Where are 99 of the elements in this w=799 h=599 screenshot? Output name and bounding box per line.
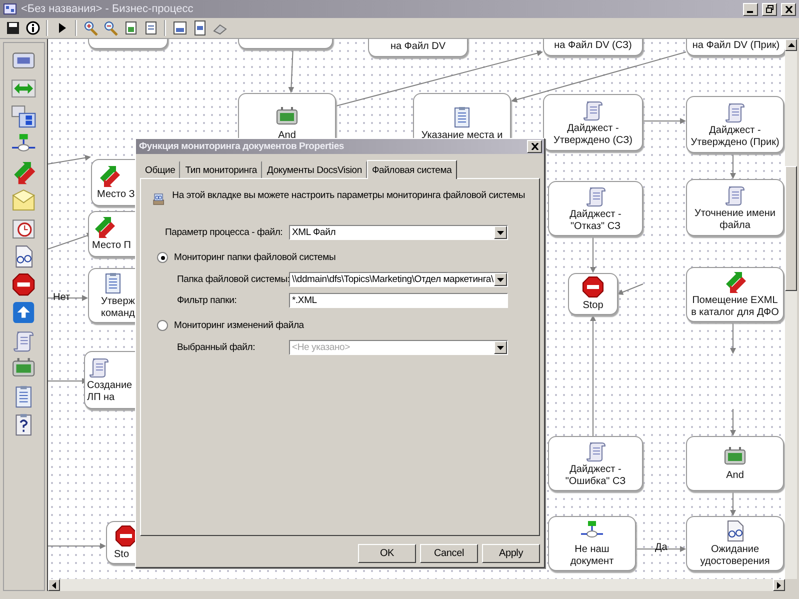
window-title: <Без названия> - Бизнес-процесс [21,3,194,15]
close-icon [784,6,792,12]
process-node[interactable]: на Файл DV (Прик) [686,39,785,56]
node-label: Место П [92,240,131,252]
process-node[interactable]: Дайджест - "Ошибка" СЗ [548,436,643,491]
app-icon [3,3,17,15]
node-label: Sto [114,548,130,560]
process-node[interactable]: Дайджест - "Отказ" СЗ [548,181,643,236]
node-label: Создание ЛП на [87,380,132,404]
node-label: And [278,130,296,142]
stop-sign-icon [581,276,605,298]
scroll-icon [723,100,747,122]
page-image-icon[interactable] [172,20,188,36]
connector-arrow [730,322,736,354]
process-blocks-icon[interactable] [11,105,37,129]
node-label: Stop [582,300,604,312]
dropdown-field[interactable]: XML Файл [289,225,508,240]
process-node[interactable]: Помещение EXML в каталог для ДФО [686,267,784,322]
process-node[interactable]: Дайджест - Утверждено (Прик) [686,96,784,153]
process-node[interactable]: Stop [568,273,618,315]
scrollbar-thumb[interactable] [785,166,797,291]
field-label: Папка файловой системы: [177,274,289,285]
connector-arrow [288,46,294,93]
connector-arrow [48,154,91,164]
edge-label: Нет [53,292,70,303]
field-label: Выбранный файл: [177,342,256,353]
connector-arrow [730,152,736,179]
field-label: Фильтр папки: [177,295,238,306]
restore-icon [766,5,774,13]
radio-label: Мониторинг изменений файла [174,320,304,331]
dialog-button[interactable]: Cancel [420,544,478,563]
scroll-icon [87,356,111,378]
fit-page-icon[interactable] [122,20,138,36]
right-arrow-icon [777,582,781,588]
close-icon [530,143,538,150]
and-gate-icon [723,446,747,468]
save-icon[interactable] [4,20,20,36]
node-label: Ожидание удостоверения [699,544,771,568]
node-label: Место З [97,188,135,200]
connector-arrow [590,236,596,273]
node-label: на Файл DV (СЗ) [554,40,632,52]
dropdown-arrow-icon [497,278,504,282]
connector-arrow [48,295,88,301]
edge-label: Да [655,542,668,553]
up-arrow-icon [788,43,794,47]
info-icon[interactable] [24,20,40,36]
dropdown-field[interactable]: \\ddmain\dfs\Topics\Marketing\Отдел маркетинга\ [289,272,508,287]
node-label: Утверж команд [101,296,135,320]
close-button[interactable] [527,140,542,153]
zoom-out-icon[interactable] [102,20,118,36]
connector-arrow [617,284,644,295]
node-label: Не наш документ [569,544,615,568]
node-label: на Файл DV [390,41,446,53]
process-node[interactable]: на Файл DV [368,39,468,57]
node-label: Помещение EXML в каталог для ДФО [690,294,780,318]
dropdown-arrow-icon [497,346,504,350]
scroll-icon [584,184,608,206]
stop-sign-icon[interactable] [11,273,37,297]
scroll-icon [723,184,747,206]
horizontal-scrollbar[interactable] [48,579,785,591]
process-node[interactable]: And [686,436,784,491]
radio-button[interactable] [157,320,168,331]
scroll-icon [581,98,605,120]
node-label: And [726,470,744,482]
tab[interactable]: Файловая система [366,160,457,179]
connector-arrow [48,543,106,549]
dialog-button[interactable]: Apply [482,544,540,563]
node-label: Дайджест - Утверждено (Прик) [690,124,780,148]
radio-button[interactable] [157,252,168,263]
process-node[interactable]: Ожидание удостоверения [686,516,784,571]
vertical-scrollbar[interactable] [785,39,797,579]
minimize-button[interactable] [743,2,758,16]
info-text: На этой вкладке вы можете настроить параметры мониторинга файловой системы [172,190,525,201]
left-arrow-icon [52,582,56,588]
radio-label: Мониторинг папки файловой системы [174,252,336,263]
dialog-button[interactable]: OK [358,544,416,563]
process-node[interactable]: на Файл DV (СЗ) [543,39,643,56]
dropdown-arrow-icon [497,230,504,234]
process-node[interactable]: Дайджест - Утверждено (СЗ) [543,94,643,151]
node-label: Дайджест - "Ошибка" СЗ [564,464,627,488]
restore-button[interactable] [762,2,777,16]
connector-arrow [642,118,686,124]
page-icon[interactable] [142,20,158,36]
node-label: Уточнение имени файла [693,208,777,232]
close-button[interactable] [781,2,796,16]
field-label: Параметр процесса - файл: [165,227,284,238]
process-node[interactable]: Уточнение имени файла [686,179,784,236]
zoom-in-icon[interactable] [82,20,98,36]
process-node[interactable]: Не наш документ [548,516,636,571]
page-image-icon[interactable] [192,20,208,36]
node-label: на Файл DV (Прик) [692,40,780,52]
node-label: Указание места и [421,130,503,142]
node-label: Дайджест - "Отказ" СЗ [568,208,622,232]
clock-icon[interactable] [11,217,37,241]
input-field[interactable]: *.XML [289,293,508,308]
node-label: Дайджест - Утверждено (СЗ) [552,122,634,146]
scroll-icon [584,440,608,462]
connector-arrow [730,408,736,436]
connector-arrow [730,490,736,516]
